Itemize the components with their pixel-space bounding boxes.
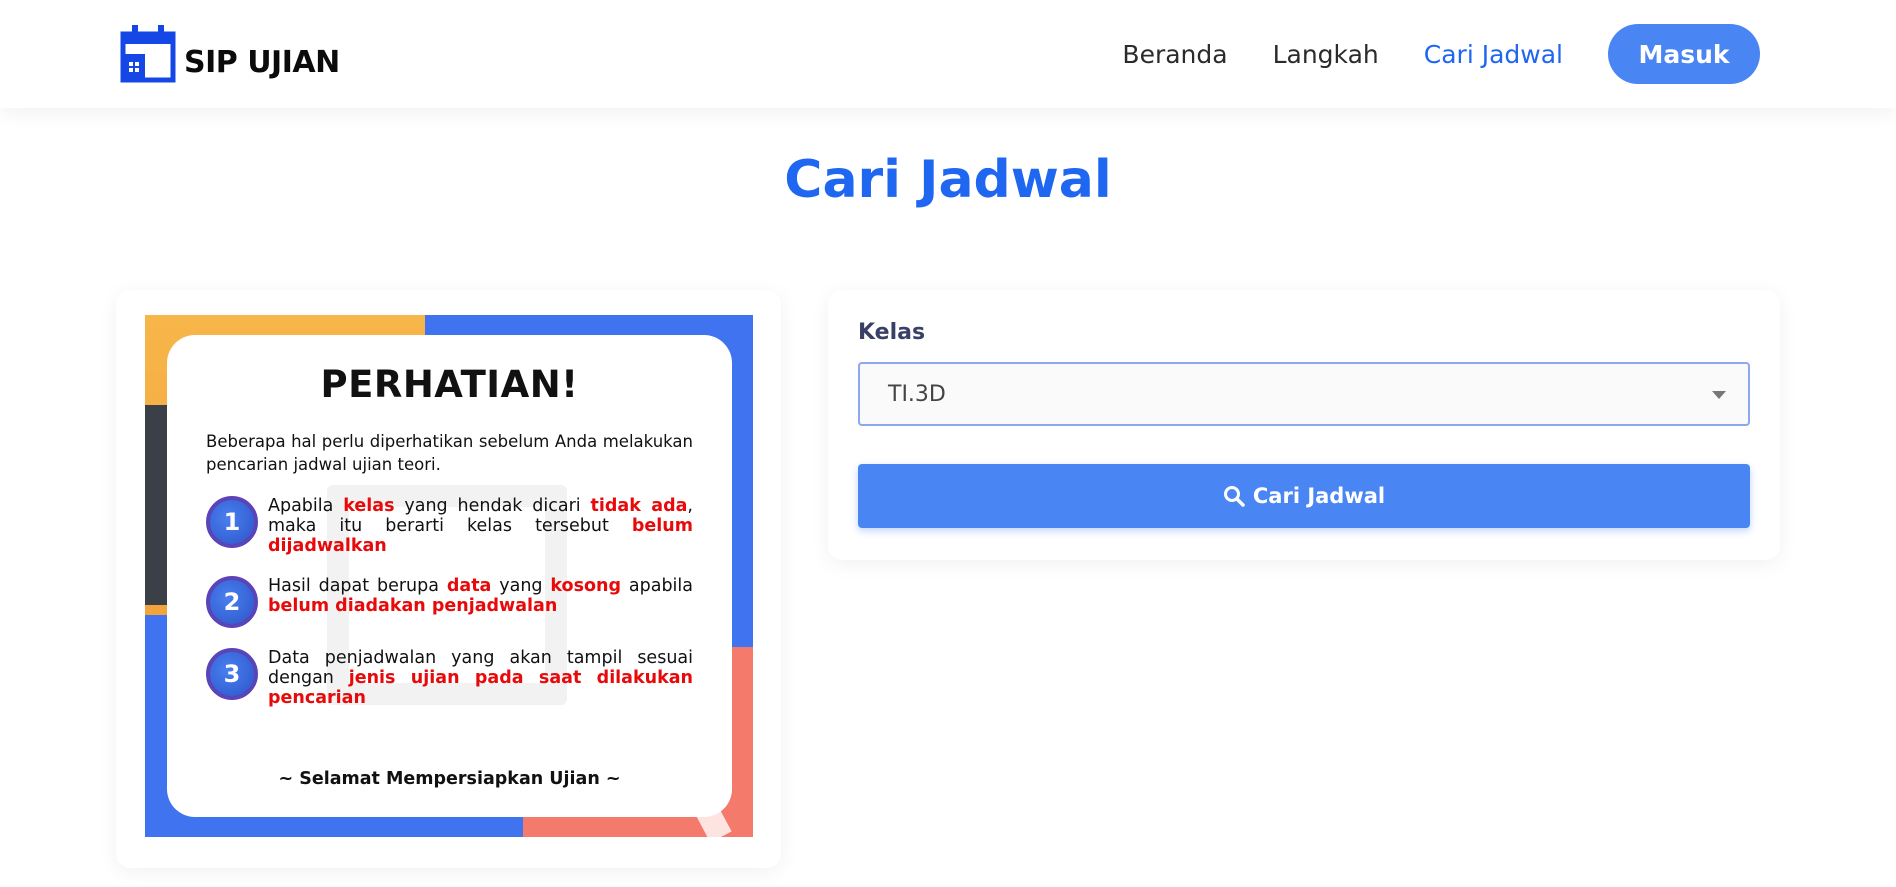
kelas-select[interactable]: TI.3D (858, 362, 1750, 426)
point-text: Data penjadwalan yang akan tampil sesuai… (268, 648, 693, 708)
kelas-selected-value: TI.3D (888, 381, 946, 407)
caret-down-icon (1712, 391, 1726, 399)
nav-langkah[interactable]: Langkah (1273, 40, 1379, 69)
poster-intro: Beberapa hal perlu diperhatikan sebelum … (206, 432, 693, 474)
number-badge: 1 (206, 496, 258, 548)
notice-point: 1 Apabila kelas yang hendak dicari tidak… (206, 496, 693, 556)
point-text: Apabila kelas yang hendak dicari tidak a… (268, 496, 693, 556)
nav-beranda[interactable]: Beranda (1122, 40, 1227, 69)
search-icon (1223, 486, 1245, 507)
notice-point: 2 Hasil dapat berupa data yang kosong ap… (206, 576, 693, 628)
main-nav: Beranda Langkah Cari Jadwal Masuk (1122, 24, 1760, 84)
number-badge: 2 (206, 576, 258, 628)
calendar-logo-icon (120, 25, 176, 83)
brand-name: SIP UJIAN (184, 44, 340, 80)
search-form-card: Kelas TI.3D Cari Jadwal (828, 290, 1780, 560)
brand-logo[interactable]: SIP UJIAN (120, 24, 340, 84)
point-text: Hasil dapat berupa data yang kosong apab… (268, 576, 693, 616)
search-schedule-button[interactable]: Cari Jadwal (858, 464, 1750, 528)
kelas-label: Kelas (858, 320, 926, 345)
number-badge: 3 (206, 648, 258, 700)
notice-point: 3 Data penjadwalan yang akan tampil sesu… (206, 648, 693, 708)
top-navbar: SIP UJIAN Beranda Langkah Cari Jadwal Ma… (0, 0, 1896, 108)
notice-poster: PERHATIAN! Beberapa hal perlu diperhatik… (145, 315, 753, 837)
poster-footer: ~ Selamat Mempersiapkan Ujian ~ (278, 769, 621, 789)
nav-cari-jadwal[interactable]: Cari Jadwal (1424, 40, 1563, 69)
poster-panel: PERHATIAN! Beberapa hal perlu diperhatik… (167, 335, 732, 817)
poster-title: PERHATIAN! (320, 363, 579, 406)
login-button[interactable]: Masuk (1608, 24, 1760, 84)
notice-card: PERHATIAN! Beberapa hal perlu diperhatik… (116, 290, 781, 868)
page-title: Cari Jadwal (784, 150, 1112, 210)
search-button-label: Cari Jadwal (1252, 484, 1386, 508)
